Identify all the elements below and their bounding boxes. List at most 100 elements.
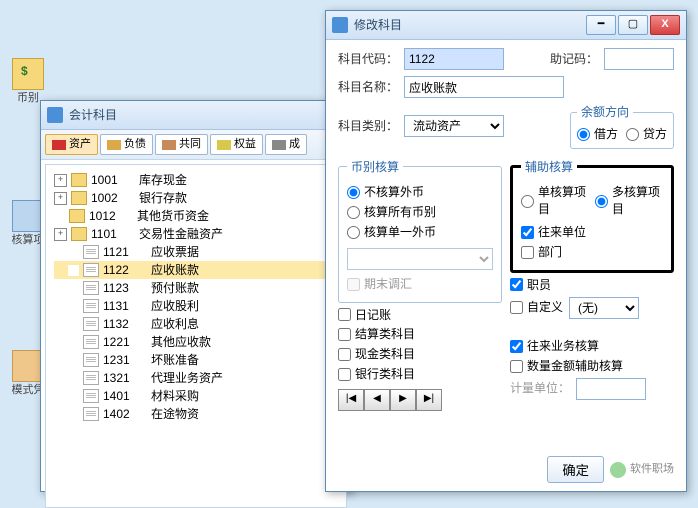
tab-assets[interactable]: 资产 xyxy=(45,134,98,155)
category-tabs: 资产 负债 共同 权益 成 xyxy=(41,130,351,160)
tree-row-1221[interactable]: 1221其他应收款 xyxy=(54,333,338,351)
titlebar[interactable]: 修改科目 ━ ▢ X xyxy=(326,11,686,40)
account-tree[interactable]: +1001库存现金+1002银行存款1012其他货币资金+1101交易性金融资产… xyxy=(45,164,347,508)
expand-icon[interactable] xyxy=(68,247,79,258)
debit-radio[interactable]: 借方 xyxy=(577,126,618,143)
aux-partner-check[interactable]: 往来单位 xyxy=(521,224,663,241)
tree-row-1001[interactable]: +1001库存现金 xyxy=(54,171,338,189)
gear-icon xyxy=(272,140,286,150)
account-code: 1401 xyxy=(103,388,151,405)
maximize-button[interactable]: ▢ xyxy=(618,15,648,35)
mnemonic-input[interactable] xyxy=(604,48,674,70)
titlebar[interactable]: 会计科目 xyxy=(41,101,351,130)
account-code: 1231 xyxy=(103,352,151,369)
aux-custom-check[interactable]: 自定义 xyxy=(510,299,563,316)
account-code: 1221 xyxy=(103,334,151,351)
expand-icon[interactable] xyxy=(68,409,79,420)
aux-dept-check[interactable]: 部门 xyxy=(521,244,663,261)
expand-icon[interactable] xyxy=(54,211,65,222)
bank-check[interactable]: 银行类科目 xyxy=(338,366,502,383)
account-name: 代理业务资产 xyxy=(151,370,223,387)
close-button[interactable]: X xyxy=(650,15,680,35)
app-icon xyxy=(332,17,348,33)
folder-icon xyxy=(71,173,87,187)
tab-liabilities[interactable]: 负债 xyxy=(100,134,153,155)
account-name: 应收账款 xyxy=(151,262,199,279)
folder-icon xyxy=(69,209,85,223)
currency-single-radio[interactable]: 核算单一外币 xyxy=(347,224,493,241)
expand-icon[interactable] xyxy=(68,337,79,348)
name-input[interactable] xyxy=(404,76,564,98)
tree-row-1401[interactable]: 1401材料采购 xyxy=(54,387,338,405)
file-icon xyxy=(83,245,99,259)
expand-icon[interactable] xyxy=(68,283,79,294)
tab-equity[interactable]: 权益 xyxy=(210,134,263,155)
category-label: 科目类别： xyxy=(338,118,398,135)
expand-icon[interactable] xyxy=(68,355,79,366)
account-code: 1001 xyxy=(91,172,139,189)
edit-account-dialog: 修改科目 ━ ▢ X 科目代码： 助记码： 科目名称： 科目类别： 流动资产 余… xyxy=(325,10,687,492)
accounts-window: 会计科目 资产 负债 共同 权益 成 +1001库存现金+1002银行存款101… xyxy=(40,100,352,492)
ok-button[interactable]: 确定 xyxy=(547,456,604,483)
expand-icon[interactable]: + xyxy=(54,228,67,241)
nav-prev[interactable]: ◀ xyxy=(364,389,390,411)
aux-employee-check[interactable]: 职员 xyxy=(510,277,674,294)
nav-first[interactable]: |◀ xyxy=(338,389,364,411)
period-adjust-check: 期末调汇 xyxy=(347,276,493,293)
aux-legend: 辅助核算 xyxy=(521,159,577,176)
cash-check[interactable]: 现金类科目 xyxy=(338,346,502,363)
crown-icon xyxy=(217,140,231,150)
expand-icon[interactable]: + xyxy=(54,192,67,205)
expand-icon[interactable] xyxy=(68,391,79,402)
settle-check[interactable]: 结算类科目 xyxy=(338,326,502,343)
currency-legend: 币别核算 xyxy=(347,159,403,176)
expand-icon[interactable]: + xyxy=(54,174,67,187)
tree-row-1131[interactable]: 1131应收股利 xyxy=(54,297,338,315)
file-icon xyxy=(83,371,99,385)
unit-input xyxy=(576,378,646,400)
tree-row-1012[interactable]: 1012其他货币资金 xyxy=(54,207,338,225)
account-name: 其他货币资金 xyxy=(137,208,209,225)
tree-row-1231[interactable]: 1231坏账准备 xyxy=(54,351,338,369)
biz-check[interactable]: 往来业务核算 xyxy=(510,338,674,355)
qty-check[interactable]: 数量金额辅助核算 xyxy=(510,358,674,375)
expand-icon[interactable] xyxy=(68,265,79,276)
account-code: 1101 xyxy=(91,226,139,243)
aux-multi-radio[interactable]: 多核算项目 xyxy=(595,184,663,218)
tree-row-1122[interactable]: 1122应收账款 xyxy=(54,261,338,279)
category-select[interactable]: 流动资产 xyxy=(404,115,504,137)
account-code: 1002 xyxy=(91,190,139,207)
file-icon xyxy=(83,389,99,403)
currency-all-radio[interactable]: 核算所有币别 xyxy=(347,204,493,221)
currency-none-radio[interactable]: 不核算外币 xyxy=(347,184,493,201)
unit-label: 计量单位： xyxy=(510,380,570,397)
tab-cost[interactable]: 成 xyxy=(265,134,307,155)
account-code: 1132 xyxy=(103,316,151,333)
expand-icon[interactable] xyxy=(68,373,79,384)
tree-row-1121[interactable]: 1121应收票据 xyxy=(54,243,338,261)
tree-row-1101[interactable]: +1101交易性金融资产 xyxy=(54,225,338,243)
sidebar-icon-currency[interactable]: 币别 xyxy=(12,58,44,90)
nav-last[interactable]: ▶| xyxy=(416,389,442,411)
expand-icon[interactable] xyxy=(68,301,79,312)
code-label: 科目代码： xyxy=(338,51,398,68)
tree-row-1402[interactable]: 1402在途物资 xyxy=(54,405,338,423)
code-input[interactable] xyxy=(404,48,504,70)
account-name: 在途物资 xyxy=(151,406,199,423)
minimize-button[interactable]: ━ xyxy=(586,15,616,35)
account-name: 应收股利 xyxy=(151,298,199,315)
tree-row-1002[interactable]: +1002银行存款 xyxy=(54,189,338,207)
tree-row-1321[interactable]: 1321代理业务资产 xyxy=(54,369,338,387)
file-icon xyxy=(83,317,99,331)
journal-check[interactable]: 日记账 xyxy=(338,307,502,324)
nav-next[interactable]: ▶ xyxy=(390,389,416,411)
tree-row-1132[interactable]: 1132应收利息 xyxy=(54,315,338,333)
aux-custom-select[interactable]: (无) xyxy=(569,297,639,319)
tree-row-1123[interactable]: 1123预付账款 xyxy=(54,279,338,297)
record-nav: |◀ ◀ ▶ ▶| xyxy=(338,389,502,411)
tab-common[interactable]: 共同 xyxy=(155,134,208,155)
aux-single-radio[interactable]: 单核算项目 xyxy=(521,184,589,218)
expand-icon[interactable] xyxy=(68,319,79,330)
credit-radio[interactable]: 贷方 xyxy=(626,126,667,143)
account-code: 1402 xyxy=(103,406,151,423)
